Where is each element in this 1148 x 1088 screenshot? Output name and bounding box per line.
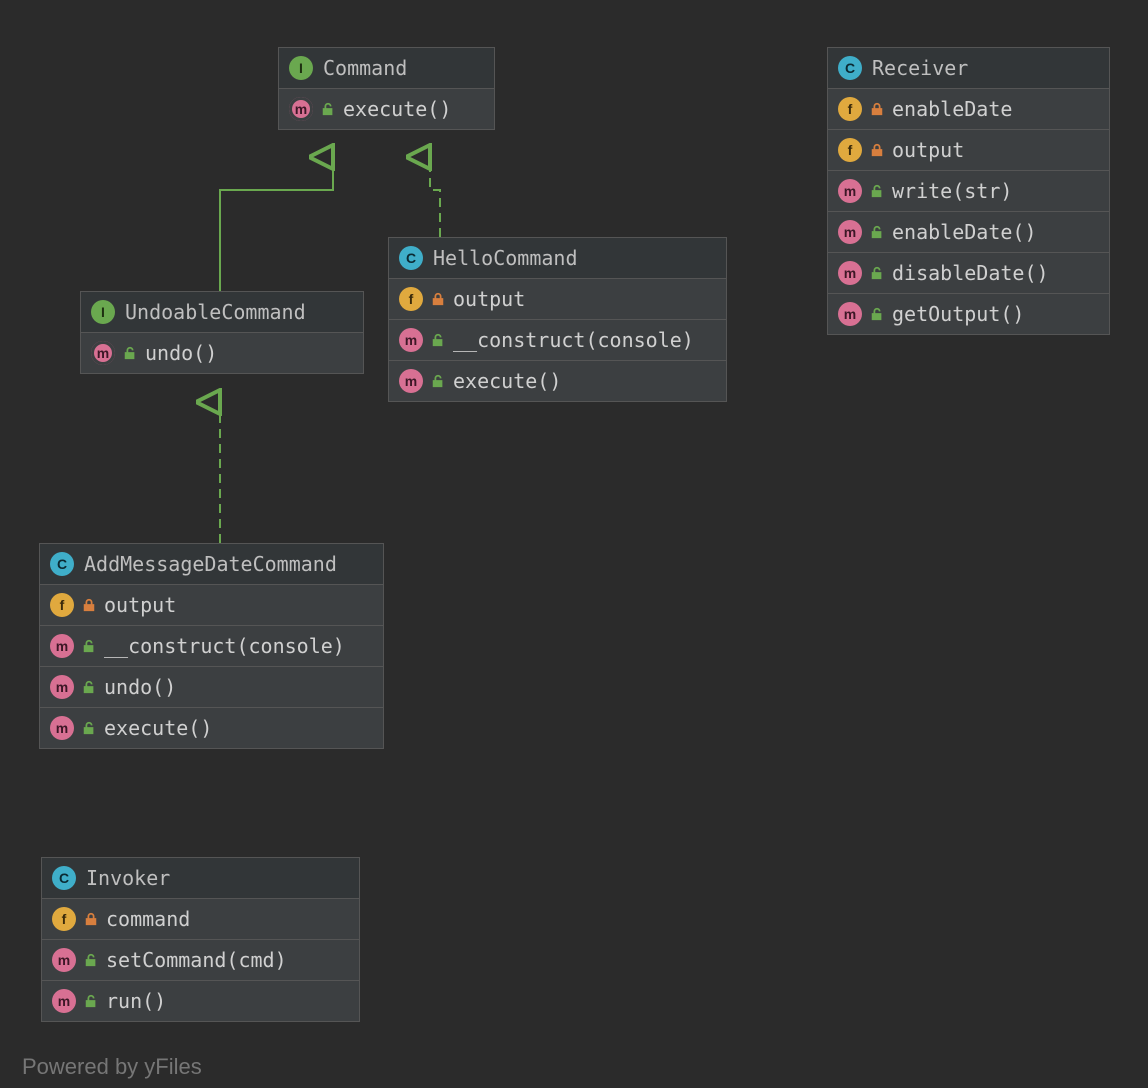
member-label: disableDate() [892, 261, 1049, 285]
member-row: f output [389, 279, 726, 320]
method-icon: m [52, 948, 76, 972]
method-icon: m [50, 634, 74, 658]
method-icon: m [399, 369, 423, 393]
lock-icon [84, 912, 98, 926]
watermark: Powered by yFiles [22, 1054, 202, 1080]
member-row: m undo() [40, 667, 383, 708]
field-icon: f [399, 287, 423, 311]
method-icon: m [52, 989, 76, 1013]
class-box-hello[interactable]: C HelloCommand f output m __construct(co… [388, 237, 727, 402]
member-label: output [104, 593, 176, 617]
member-row: f command [42, 899, 359, 940]
class-name: AddMessageDateCommand [84, 552, 337, 576]
class-box-undoable[interactable]: I UndoableCommand m undo() [80, 291, 364, 374]
member-row: f output [40, 585, 383, 626]
member-row: m enableDate() [828, 212, 1109, 253]
unlock-icon [82, 680, 96, 694]
lock-icon [870, 102, 884, 116]
class-name: Invoker [86, 866, 170, 890]
member-label: __construct(console) [453, 328, 694, 352]
member-row: m run() [42, 981, 359, 1021]
member-row: m execute() [279, 89, 494, 129]
unlock-icon [123, 346, 137, 360]
field-icon: f [838, 97, 862, 121]
class-name: Receiver [872, 56, 968, 80]
member-label: undo() [104, 675, 176, 699]
member-row: f output [828, 130, 1109, 171]
member-label: execute() [453, 369, 561, 393]
class-icon: C [399, 246, 423, 270]
lock-icon [870, 143, 884, 157]
class-icon: C [50, 552, 74, 576]
lock-icon [431, 292, 445, 306]
member-label: write(str) [892, 179, 1012, 203]
member-row: f enableDate [828, 89, 1109, 130]
class-header: I UndoableCommand [81, 292, 363, 333]
interface-icon: I [91, 300, 115, 324]
method-icon: m [838, 220, 862, 244]
unlock-icon [870, 184, 884, 198]
member-label: getOutput() [892, 302, 1024, 326]
member-row: m __construct(console) [40, 626, 383, 667]
member-row: m execute() [40, 708, 383, 748]
unlock-icon [870, 266, 884, 280]
unlock-icon [84, 994, 98, 1008]
member-label: command [106, 907, 190, 931]
member-label: output [892, 138, 964, 162]
unlock-icon [321, 102, 335, 116]
member-row: m execute() [389, 361, 726, 401]
member-label: execute() [104, 716, 212, 740]
method-icon: m [399, 328, 423, 352]
method-icon: m [50, 675, 74, 699]
unlock-icon [870, 225, 884, 239]
method-icon: m [91, 341, 115, 365]
class-box-invoker[interactable]: C Invoker f command m setCommand(cmd) m … [41, 857, 360, 1022]
class-header: I Command [279, 48, 494, 89]
member-row: m __construct(console) [389, 320, 726, 361]
member-row: m getOutput() [828, 294, 1109, 334]
member-label: enableDate() [892, 220, 1037, 244]
class-header: C Receiver [828, 48, 1109, 89]
member-row: m setCommand(cmd) [42, 940, 359, 981]
member-label: run() [106, 989, 166, 1013]
member-row: m undo() [81, 333, 363, 373]
unlock-icon [431, 333, 445, 347]
unlock-icon [870, 307, 884, 321]
field-icon: f [50, 593, 74, 617]
interface-icon: I [289, 56, 313, 80]
field-icon: f [52, 907, 76, 931]
class-name: UndoableCommand [125, 300, 306, 324]
class-box-command[interactable]: I Command m execute() [278, 47, 495, 130]
method-icon: m [838, 261, 862, 285]
class-header: C HelloCommand [389, 238, 726, 279]
unlock-icon [84, 953, 98, 967]
method-icon: m [838, 302, 862, 326]
member-row: m write(str) [828, 171, 1109, 212]
member-label: output [453, 287, 525, 311]
member-row: m disableDate() [828, 253, 1109, 294]
member-label: setCommand(cmd) [106, 948, 287, 972]
field-icon: f [838, 138, 862, 162]
class-box-receiver[interactable]: C Receiver f enableDate f output m write… [827, 47, 1110, 335]
lock-icon [82, 598, 96, 612]
unlock-icon [82, 721, 96, 735]
class-name: Command [323, 56, 407, 80]
member-label: undo() [145, 341, 217, 365]
member-label: execute() [343, 97, 451, 121]
method-icon: m [838, 179, 862, 203]
method-icon: m [50, 716, 74, 740]
class-icon: C [52, 866, 76, 890]
unlock-icon [431, 374, 445, 388]
class-header: C Invoker [42, 858, 359, 899]
class-box-addmsg[interactable]: C AddMessageDateCommand f output m __con… [39, 543, 384, 749]
unlock-icon [82, 639, 96, 653]
class-icon: C [838, 56, 862, 80]
member-label: __construct(console) [104, 634, 345, 658]
member-label: enableDate [892, 97, 1012, 121]
class-name: HelloCommand [433, 246, 578, 270]
class-header: C AddMessageDateCommand [40, 544, 383, 585]
method-icon: m [289, 97, 313, 121]
